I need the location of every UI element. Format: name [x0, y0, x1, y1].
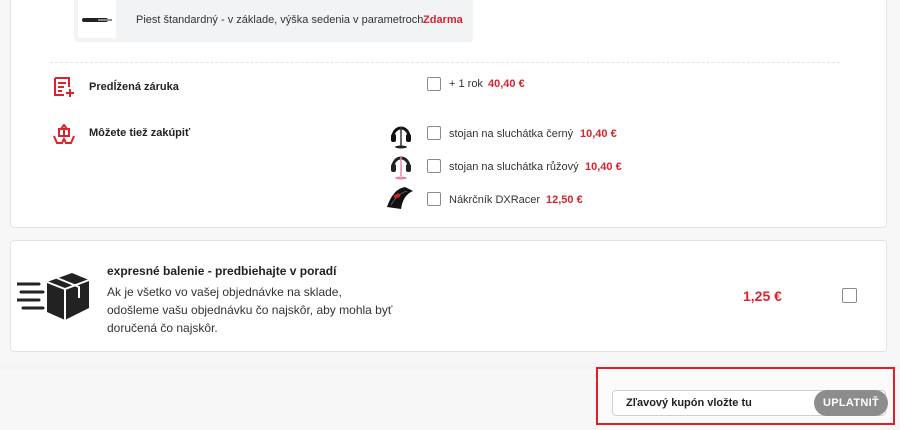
headphone-stand-black-image: [386, 119, 416, 149]
express-checkbox[interactable]: [842, 288, 857, 303]
extra-item-3-label: Nákrčník DXRacer: [449, 194, 541, 206]
gift-hands-icon: [53, 123, 75, 149]
coupon-highlight-box: UPLATNIŤ: [596, 367, 895, 425]
extra-item-1-checkbox[interactable]: [427, 126, 441, 140]
extra-item-2-price: 10,40 €: [585, 161, 622, 173]
warranty-option-price: 40,40 €: [488, 78, 525, 90]
extra-item-2-label: stojan na sluchátka růžový: [449, 161, 579, 173]
selected-option-price: Zdarma: [423, 14, 463, 26]
apply-coupon-button[interactable]: UPLATNIŤ: [814, 390, 888, 416]
section-divider: [50, 62, 840, 63]
fast-delivery-box-icon: [15, 268, 93, 329]
headphone-stand-pink-image: [386, 151, 416, 181]
selected-option-row: Piest štandardný - v základe, výška sede…: [74, 0, 473, 42]
warranty-checkbox[interactable]: [427, 77, 441, 91]
extra-item-3-price: 12,50 €: [546, 194, 583, 206]
gas-lift-thumbnail: [78, 0, 116, 38]
warranty-option-label: + 1 rok: [449, 78, 483, 90]
extra-item-2-checkbox[interactable]: [427, 159, 441, 173]
cart-extras-page: Piest štandardný - v základe, výška sede…: [0, 0, 900, 430]
extra-item-1-label: stojan na sluchátka černý: [449, 128, 574, 140]
selected-option-label: Piest štandardný - v základe, výška sede…: [136, 14, 424, 26]
express-packaging-card: expresné balenie - predbiehajte v poradí…: [10, 240, 887, 352]
extras-title: Môžete tiež zakúpiť: [89, 127, 191, 139]
warranty-icon: [53, 77, 75, 102]
extra-item-3-checkbox[interactable]: [427, 192, 441, 206]
extra-item-1-price: 10,40 €: [580, 128, 617, 140]
express-price: 1,25 €: [743, 288, 782, 304]
warranty-title: Predĺžená záruka: [89, 81, 179, 93]
neck-pillow-image: [385, 185, 415, 215]
express-description: Ak je všetko vo vašej objednávke na skla…: [107, 285, 393, 335]
express-title: expresné balenie - predbiehajte v poradí: [107, 264, 337, 278]
